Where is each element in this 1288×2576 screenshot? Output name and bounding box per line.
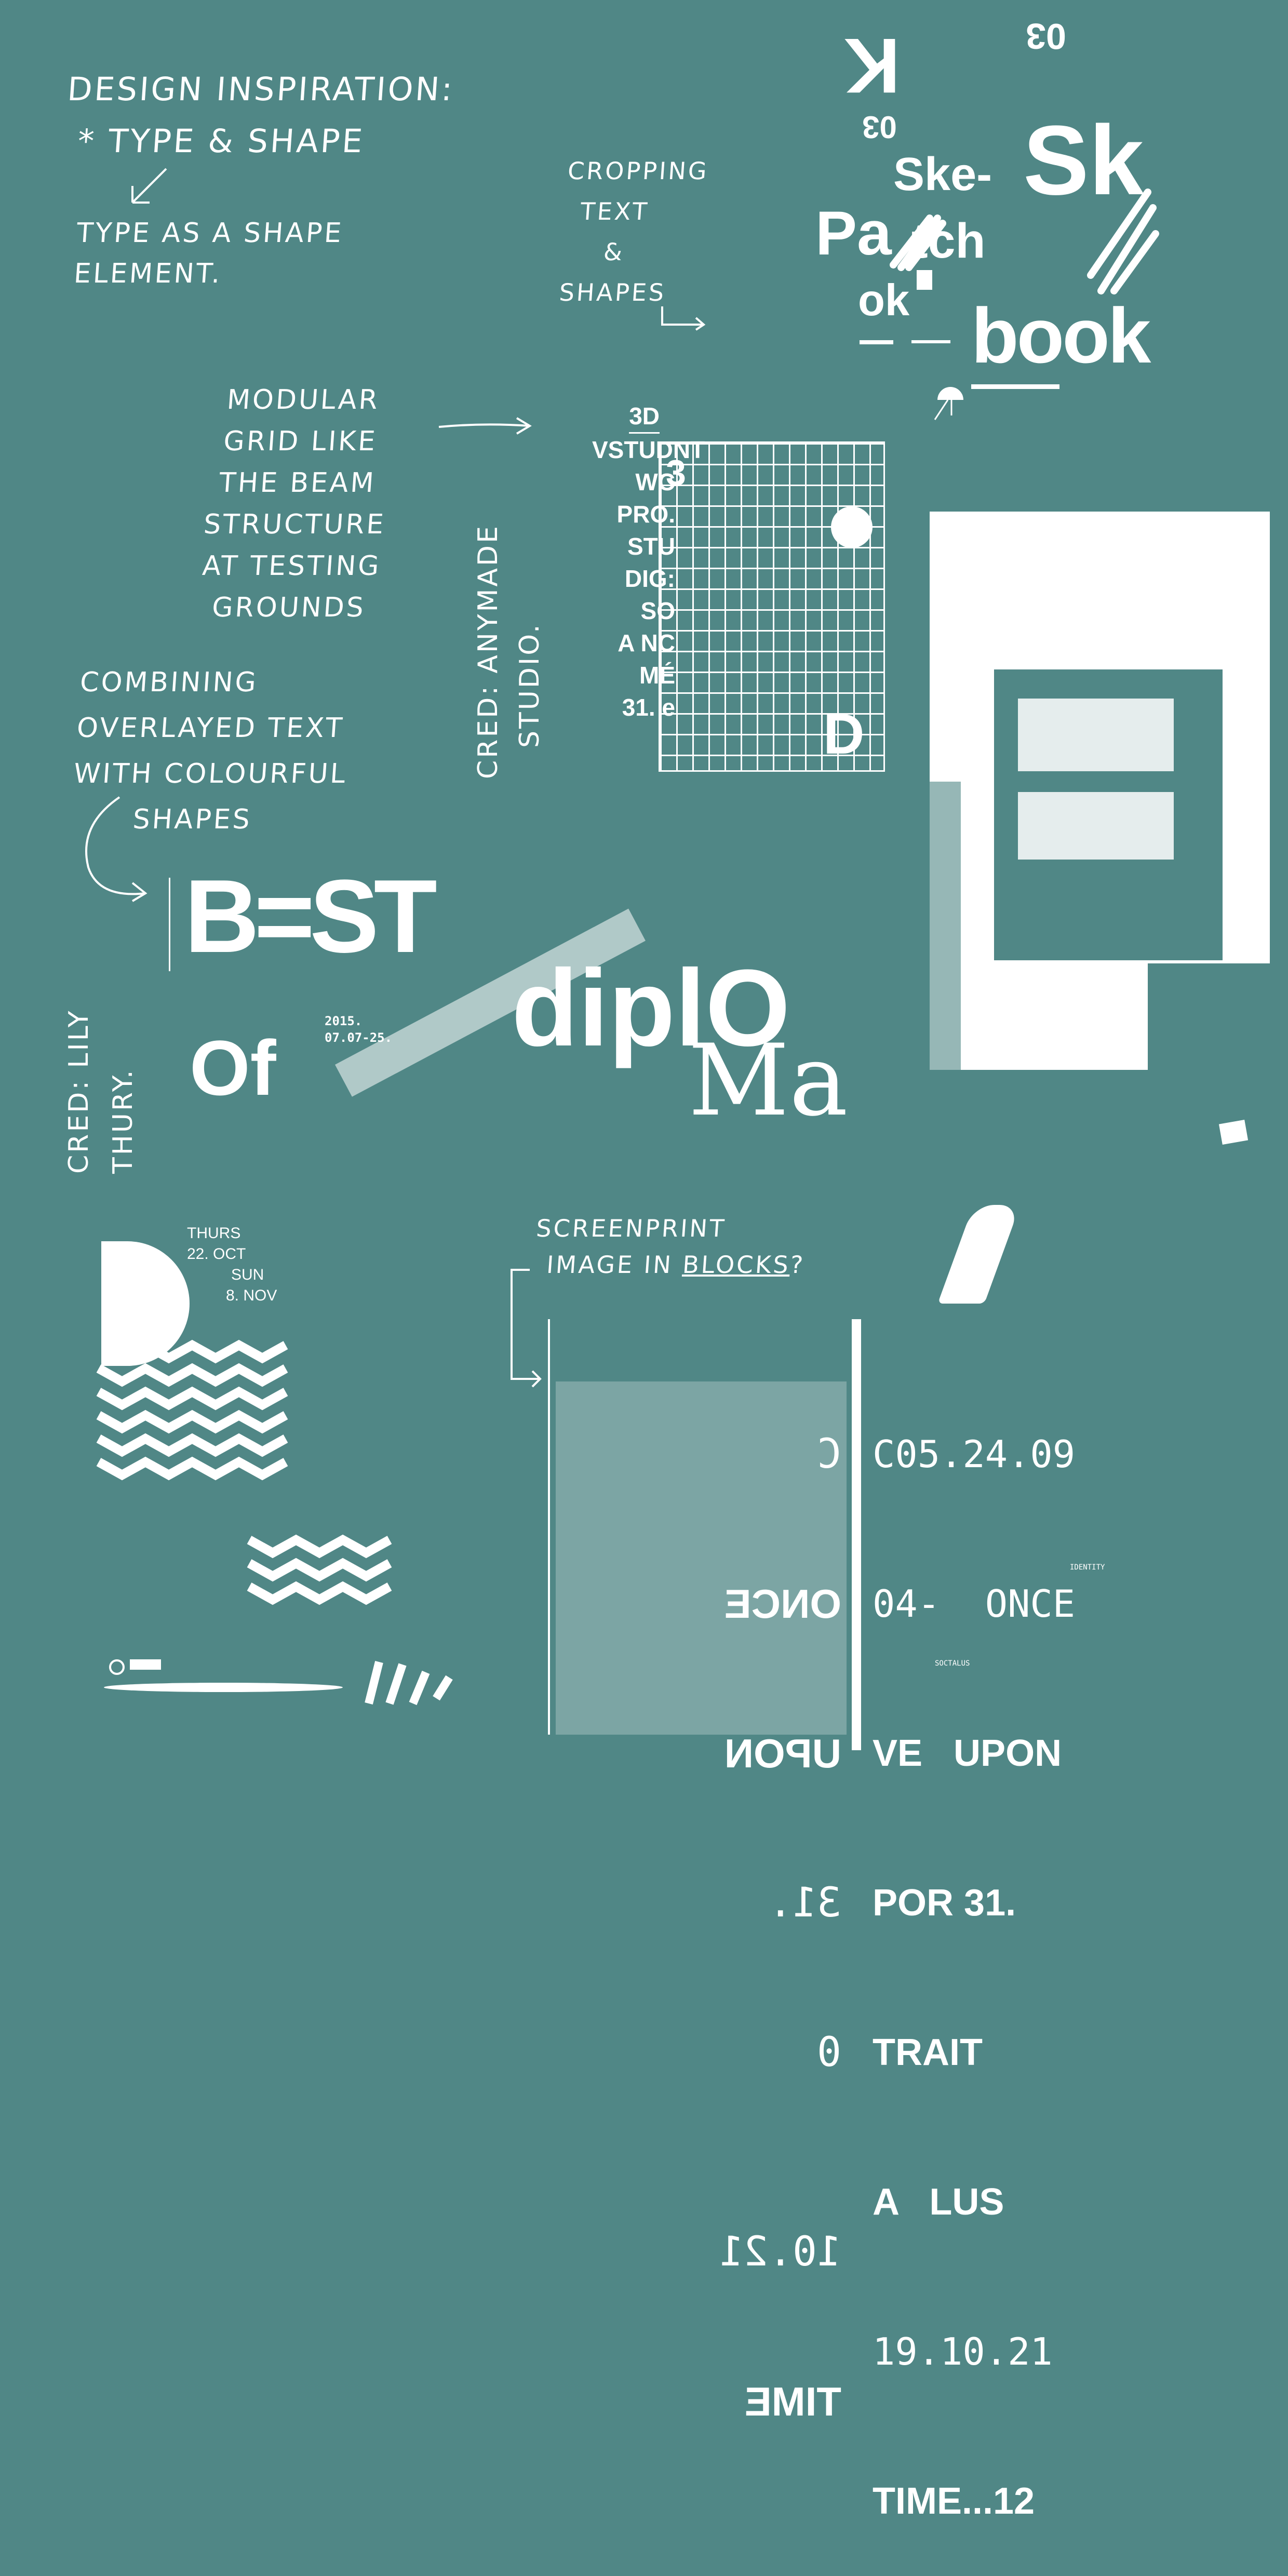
note-emphasis: blocks <box>681 1251 791 1279</box>
umbrella-shape <box>934 387 963 420</box>
poster-word: Of <box>190 1024 276 1111</box>
poster-word: B=ST <box>184 858 437 974</box>
sketchbook-poster: K 03 Ske- Pa tch ok Sk book 03 <box>800 16 1288 420</box>
note-line: the beam <box>218 467 377 499</box>
note-line: Combining <box>79 667 259 698</box>
poster-date: 2015. 07.07-25. <box>325 1013 392 1046</box>
note-line: Screenprint <box>535 1214 727 1242</box>
sp-line: 19.10.21 <box>873 2330 1053 2373</box>
white-fragment <box>1218 1119 1249 1145</box>
sp-line: 0 <box>817 2029 841 2076</box>
brush-line <box>104 1683 343 1692</box>
note-credit-lily: Cred: Lily Thury. <box>57 1009 145 1174</box>
underline-bar <box>911 340 950 343</box>
sp-line: UPON <box>724 1730 841 1776</box>
photo-block <box>1018 792 1174 860</box>
note-bullet: * Type & shape <box>76 122 366 160</box>
date-line: 8. NOV <box>226 1287 277 1304</box>
grid-label: D <box>823 702 865 766</box>
side-line: 3D <box>629 400 660 434</box>
sp-small-label: SOCTALUS <box>935 1659 970 1668</box>
sp-small-label: IDENTITY <box>1070 1563 1105 1572</box>
note-line: Cropping <box>567 157 710 185</box>
sp-line: VE UPON <box>873 1733 1062 1774</box>
divider-bar <box>852 1319 861 1750</box>
arrow-right-icon <box>661 306 706 331</box>
date-line: 2015. <box>325 1014 363 1028</box>
note-type-as-shape: Type as a shape element. <box>73 213 345 294</box>
sp-line: TIME...12 <box>873 2480 1035 2522</box>
note-modular: Modular grid like the beam structure at … <box>152 379 440 628</box>
screenprint-left-column: C ONCE UPON 31. 0 10.21 TIME <box>561 1330 841 2476</box>
note-line: at testing <box>201 551 382 582</box>
circle-mark <box>109 1659 125 1675</box>
sea-poster-dates: THURS 22. OCT SUN 8. NOV <box>187 1223 277 1306</box>
poster-letter: K <box>844 22 901 110</box>
poster-text: 03 <box>1026 16 1066 57</box>
curved-arrow-icon <box>85 796 147 902</box>
poster-photo <box>930 512 1270 1070</box>
sp-line: POR 31. <box>873 1882 1016 1924</box>
note-line: grounds <box>211 592 367 623</box>
date-line: SUN <box>231 1266 264 1283</box>
poster-word: Ma <box>688 1023 848 1138</box>
poster-text: 03 <box>862 110 897 144</box>
note-line: & <box>602 238 626 266</box>
photo-block <box>1018 699 1174 771</box>
sphere-shape <box>831 506 873 548</box>
date-line: 07.07-25. <box>325 1030 393 1045</box>
note-line: studio. <box>514 622 545 748</box>
date-line: 22. OCT <box>187 1245 246 1263</box>
note-line: Modular <box>225 384 381 415</box>
arrow-down-left-icon <box>131 168 167 204</box>
note-line: with colourful <box>72 758 348 789</box>
sp-line: 10.21 <box>719 2229 841 2275</box>
note-line: grid like <box>222 426 379 457</box>
grid-label: 3 <box>666 452 686 493</box>
zigzag-waves <box>96 1339 392 1605</box>
note-line: element. <box>73 258 223 289</box>
underline-bar <box>971 384 1059 389</box>
note-line: text <box>579 197 650 225</box>
underline-bar <box>860 340 893 344</box>
photo-cutout <box>1148 963 1270 1070</box>
sp-line: A LUS <box>873 2181 1004 2223</box>
note-line: Thury. <box>108 1068 139 1174</box>
note-cropping: Cropping text & shapes <box>558 151 710 313</box>
sp-line: C <box>817 1431 841 1478</box>
logo-mark <box>130 1659 161 1670</box>
note-text: image in <box>545 1251 674 1279</box>
sp-line: 04- ONCE <box>873 1582 1076 1626</box>
screenprint-right-column: C05.24.09 04- ONCE VE UPON POR 31. TRAIT… <box>873 1330 1075 2576</box>
date-line: THURS <box>187 1225 241 1242</box>
note-screenprint: Screenprint image in blocks? <box>532 1210 809 1283</box>
sp-line: TRAIT <box>873 2032 983 2073</box>
arrow-right-icon <box>438 417 532 435</box>
scribble-strokes <box>890 189 1159 294</box>
sp-line: TIME <box>744 2379 841 2424</box>
note-credit-anymade: Cred: Anymade studio. <box>467 524 551 779</box>
note-heading: Design inspiration: <box>66 70 456 108</box>
sp-line: C05.24.09 <box>873 1432 1076 1476</box>
diploma-poster: B=ST diplO Ma Of 2015. 07.07-25. <box>169 847 848 1179</box>
note-line: structure <box>203 509 387 540</box>
poster-edge <box>169 878 170 971</box>
white-blob <box>937 1205 1021 1304</box>
note-text: ? <box>789 1251 806 1279</box>
brush-strokes <box>365 1661 453 1706</box>
photo-shadow <box>930 782 961 1070</box>
sp-line: 31. <box>768 1880 841 1926</box>
bracket-arrow-icon <box>511 1269 542 1388</box>
sp-line: ONCE <box>724 1581 841 1627</box>
note-line: Type as a shape <box>75 218 345 249</box>
note-line: Cred: Anymade <box>473 524 504 779</box>
note-line: Cred: Lily <box>63 1009 95 1174</box>
note-line: overlayed text <box>75 713 345 744</box>
poster-edge <box>548 1319 550 1735</box>
